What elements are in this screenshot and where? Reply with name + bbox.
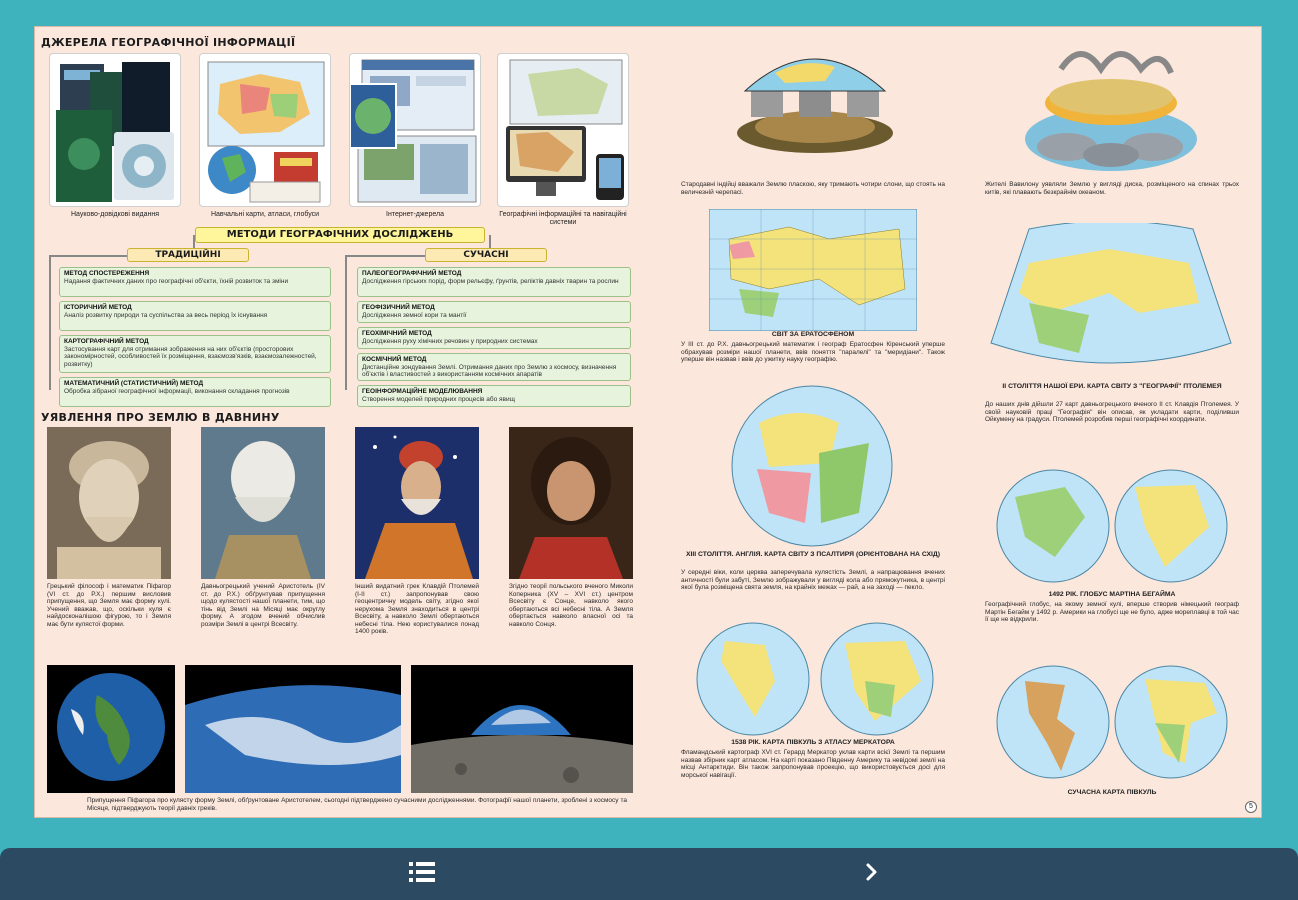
method-desc: Дослідження земної кори та мантії	[362, 311, 467, 319]
method-desc: Дослідження руху хімічних речовин у прир…	[362, 337, 538, 345]
earth-from-moon-photo	[411, 665, 633, 793]
sources-title: ДЖЕРЕЛА ГЕОГРАФІЧНОЇ ІНФОРМАЦІЇ	[41, 36, 296, 49]
mercator-text: Фламандський картограф XVI ст. Герард Ме…	[681, 749, 945, 779]
ptolemy-map-caption: II СТОЛІТТЯ НАШОЇ ЕРИ. КАРТА СВІТУ З "ГЕ…	[1002, 383, 1222, 390]
aristotle-portrait	[201, 427, 325, 579]
ptolemy-map-text: До наших днів дійшли 27 карт давньогрець…	[985, 401, 1239, 424]
psalter-caption: XIII СТОЛІТТЯ. АНГЛІЯ. КАРТА СВІТУ З ПСА…	[685, 551, 941, 558]
source-gis-caption: Географічні інформаційні та навігаційні …	[499, 211, 627, 226]
method-historical: ІСТОРИЧНИЙ МЕТОД Аналіз розвитку природи…	[59, 301, 331, 331]
method-name: ГЕОІНФОРМАЦІЙНЕ МОДЕЛЮВАННЯ	[362, 388, 483, 395]
methods-title: МЕТОДИ ГЕОГРАФІЧНИХ ДОСЛІДЖЕНЬ	[195, 227, 485, 243]
babylon-view-text: Жителі Вавилону уявляли Землю у вигляді …	[985, 181, 1239, 196]
copernicus-bio: Згідно теорії польського вченого Миколи …	[509, 583, 633, 628]
earth-horizon-photo	[185, 665, 401, 793]
modern-branch-line	[345, 255, 347, 390]
next-page-button[interactable]	[842, 856, 902, 892]
method-paleogeographic: ПАЛЕОГЕОГРАФІЧНИЙ МЕТОД Дослідження гірс…	[357, 267, 631, 297]
bottom-nav-bar	[0, 848, 1298, 900]
source-books-caption: Науково-довідкові видання	[71, 211, 159, 218]
traditional-branch-line	[49, 255, 51, 390]
method-desc: Дослідження гірських порід, форм рельєфу…	[362, 277, 619, 285]
method-name: МЕТОД СПОСТЕРЕЖЕННЯ	[64, 270, 150, 277]
page-number: 5	[1245, 801, 1257, 813]
method-desc: Створення моделей природних процесів або…	[362, 395, 515, 403]
list-icon	[408, 860, 436, 889]
behaim-text: Географічний глобус, на якому земної кул…	[985, 601, 1239, 624]
aristotle-bio: Давньогрецький учений Аристотель (IV ст.…	[201, 583, 325, 628]
source-books-image	[49, 53, 181, 207]
behaim-caption: 1492 РІК. ГЛОБУС МАРТІНА БЕГАЙМА	[1048, 591, 1176, 598]
method-name: ГЕОФІЗИЧНИЙ МЕТОД	[362, 304, 435, 311]
psalter-text: У середні віки, коли церква заперечувала…	[681, 569, 945, 592]
method-name: ІСТОРИЧНИЙ МЕТОД	[64, 304, 132, 311]
source-gis-image	[497, 53, 629, 207]
method-name: МАТЕМАТИЧНИЙ (СТАТИСТИЧНИЙ) МЕТОД	[64, 380, 204, 387]
modern-label: СУЧАСНІ	[425, 248, 547, 262]
modern-hemispheres-map	[995, 663, 1229, 781]
menu-button[interactable]	[392, 856, 452, 892]
method-desc: Обробка зібраної географічної інформації…	[64, 387, 290, 395]
method-desc: Дистанційне зондування Землі. Отримання …	[362, 363, 617, 379]
method-geophysical: ГЕОФІЗИЧНИЙ МЕТОД Дослідження земної кор…	[357, 301, 631, 323]
mercator-caption: 1538 РІК. КАРТА ПІВКУЛЬ З АТЛАСУ МЕРКАТО…	[731, 739, 895, 746]
babylon-whales-illustration	[1021, 39, 1201, 179]
book-page: ДЖЕРЕЛА ГЕОГРАФІЧНОЇ ІНФОРМАЦІЇ Науково-…	[34, 26, 1262, 818]
source-atlases-image	[199, 53, 331, 207]
mercator-map	[695, 621, 935, 737]
source-internet-image	[349, 53, 481, 207]
methods-connector	[193, 235, 195, 249]
ancient-title: УЯВЛЕННЯ ПРО ЗЕМЛЮ В ДАВНИНУ	[41, 411, 280, 424]
method-geoinformation: ГЕОІНФОРМАЦІЙНЕ МОДЕЛЮВАННЯ Створення мо…	[357, 385, 631, 407]
pythagoras-portrait	[47, 427, 171, 579]
eratosthenes-text: У III ст. до Р.Х. давньогрецький математ…	[681, 341, 945, 364]
ptolemy-portrait	[355, 427, 479, 579]
method-desc: Надання фактичних даних про географічні …	[64, 277, 289, 285]
method-geochemical: ГЕОХІМІЧНИЙ МЕТОД Дослідження руху хіміч…	[357, 327, 631, 349]
source-atlases-caption: Навчальні карти, атласи, глобуси	[210, 211, 320, 218]
method-name: КОСМІЧНИЙ МЕТОД	[362, 356, 427, 363]
indian-view-text: Стародавні індійці вважали Землю пласкою…	[681, 181, 945, 196]
method-name: ПАЛЕОГЕОГРАФІЧНИЙ МЕТОД	[362, 270, 462, 277]
method-observation: МЕТОД СПОСТЕРЕЖЕННЯ Надання фактичних да…	[59, 267, 331, 297]
method-desc: Аналіз розвитку природи та суспільства з…	[64, 311, 268, 319]
traditional-branch-line	[49, 255, 127, 257]
method-mathematical: МАТЕМАТИЧНИЙ (СТАТИСТИЧНИЙ) МЕТОД Обробк…	[59, 377, 331, 407]
method-space: КОСМІЧНИЙ МЕТОД Дистанційне зондування З…	[357, 353, 631, 381]
methods-connector	[489, 235, 491, 249]
method-cartographic: КАРТОГРАФІЧНИЙ МЕТОД Застосування карт д…	[59, 335, 331, 373]
psalter-map	[729, 383, 895, 549]
eratosthenes-caption: СВІТ ЗА ЕРАТОСФЕНОМ	[771, 331, 855, 338]
earth-from-space-photo	[47, 665, 175, 793]
ptolemy-bio: Інший видатний грек Клавдій Птолемей (I-…	[355, 583, 479, 635]
behaim-globe	[995, 467, 1229, 585]
copernicus-portrait	[509, 427, 633, 579]
modern-map-caption: СУЧАСНА КАРТА ПІВКУЛЬ	[1067, 789, 1157, 796]
eratosthenes-map	[708, 208, 918, 332]
ancient-bottom-text: Припущення Піфагора про кулясту форму Зе…	[87, 797, 627, 812]
method-name: КАРТОГРАФІЧНИЙ МЕТОД	[64, 338, 149, 345]
ptolemy-map	[989, 220, 1233, 373]
source-internet-caption: Інтернет-джерела	[386, 211, 444, 218]
traditional-label: ТРАДИЦІЙНІ	[127, 248, 249, 262]
modern-branch-line	[345, 255, 425, 257]
method-desc: Застосування карт для отримання зображен…	[64, 345, 317, 368]
elephant-turtle-illustration	[715, 37, 915, 177]
method-name: ГЕОХІМІЧНИЙ МЕТОД	[362, 330, 432, 337]
chevron-right-icon	[864, 862, 880, 887]
pythagoras-bio: Грецький філософ і математик Піфагор (VI…	[47, 583, 171, 628]
